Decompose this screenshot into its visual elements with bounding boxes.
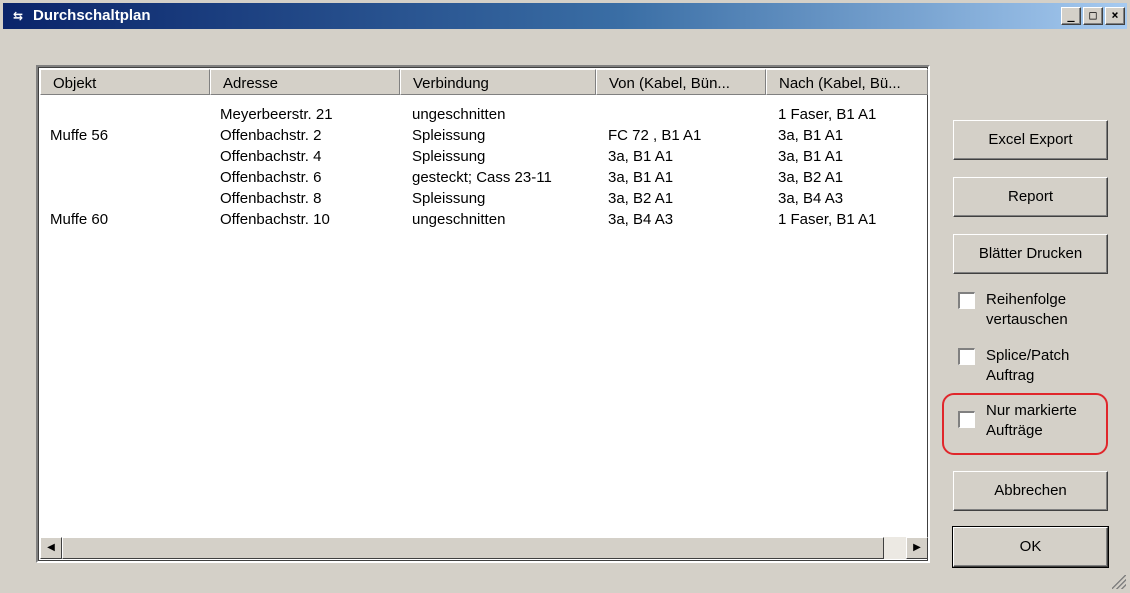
- cell-von: 3a, B2 A1: [608, 190, 674, 207]
- scroll-right-icon[interactable]: ▶: [906, 537, 928, 559]
- column-header-verbindung[interactable]: Verbindung: [400, 69, 596, 95]
- cell-nach: 1 Faser, B1 A1: [778, 211, 877, 228]
- cell-adresse: Offenbachstr. 2: [220, 127, 322, 144]
- ok-button[interactable]: OK: [952, 526, 1109, 568]
- report-button[interactable]: Report: [953, 177, 1108, 217]
- table-row[interactable]: Meyerbeerstr. 21 ungeschnitten 1 Faser, …: [40, 105, 928, 126]
- cell-objekt: Muffe 60: [50, 211, 109, 228]
- cell-verbindung: Spleissung: [412, 190, 486, 207]
- only-marked-checkbox[interactable]: Nur markierte Aufträge: [958, 401, 1108, 445]
- only-marked-box[interactable]: [958, 411, 975, 428]
- cell-adresse: Offenbachstr. 6: [220, 169, 322, 186]
- title-bar[interactable]: ⇆ Durchschaltplan _ □ ×: [3, 3, 1127, 29]
- swap-order-box[interactable]: [958, 292, 975, 309]
- horizontal-scrollbar[interactable]: ◀ ▶: [40, 537, 928, 559]
- cell-nach: 1 Faser, B1 A1: [778, 106, 877, 123]
- cell-verbindung: gesteckt; Cass 23-11: [412, 169, 552, 186]
- cell-verbindung: Spleissung: [412, 127, 486, 144]
- splice-patch-checkbox[interactable]: Splice/Patch Auftrag: [958, 346, 1108, 390]
- table-row[interactable]: Offenbachstr. 4 Spleissung 3a, B1 A1 3a,…: [40, 147, 928, 168]
- only-marked-label[interactable]: Nur markierte Aufträge: [986, 401, 1111, 441]
- cell-verbindung: Spleissung: [412, 148, 486, 165]
- cell-adresse: Offenbachstr. 8: [220, 190, 322, 207]
- cell-von: FC 72 , B1 A1: [608, 127, 702, 144]
- splice-patch-box[interactable]: [958, 348, 975, 365]
- connection-list[interactable]: Objekt Adresse Verbindung Von (Kabel, Bü…: [36, 65, 930, 563]
- cell-nach: 3a, B2 A1: [778, 169, 844, 186]
- cell-von: 3a, B1 A1: [608, 169, 674, 186]
- durchschaltplan-dialog: ⇆ Durchschaltplan _ □ × Objekt Adresse V…: [0, 0, 1130, 593]
- column-header-von[interactable]: Von (Kabel, Bün...: [596, 69, 766, 95]
- list-rows: Meyerbeerstr. 21 ungeschnitten 1 Faser, …: [40, 105, 928, 231]
- minimize-button[interactable]: _: [1061, 7, 1081, 25]
- fiber-path-icon: ⇆: [13, 9, 24, 23]
- table-row[interactable]: Offenbachstr. 6 gesteckt; Cass 23-11 3a,…: [40, 168, 928, 189]
- cell-nach: 3a, B4 A3: [778, 190, 844, 207]
- cancel-button[interactable]: Abbrechen: [953, 471, 1108, 511]
- table-row[interactable]: Muffe 56 Offenbachstr. 2 Spleissung FC 7…: [40, 126, 928, 147]
- table-row[interactable]: Muffe 60 Offenbachstr. 10 ungeschnitten …: [40, 210, 928, 231]
- cell-adresse: Meyerbeerstr. 21: [220, 106, 333, 123]
- excel-export-button[interactable]: Excel Export: [953, 120, 1108, 160]
- cell-nach: 3a, B1 A1: [778, 127, 844, 144]
- column-header-objekt[interactable]: Objekt: [40, 69, 210, 95]
- cell-von: 3a, B4 A3: [608, 211, 674, 228]
- list-header: Objekt Adresse Verbindung Von (Kabel, Bü…: [40, 69, 928, 95]
- cell-verbindung: ungeschnitten: [412, 106, 506, 123]
- window-title: Durchschaltplan: [33, 7, 151, 24]
- column-header-nach[interactable]: Nach (Kabel, Bü...: [766, 69, 928, 95]
- scrollbar-thumb[interactable]: [62, 537, 884, 559]
- cell-nach: 3a, B1 A1: [778, 148, 844, 165]
- cell-adresse: Offenbachstr. 10: [220, 211, 330, 228]
- swap-order-label[interactable]: Reihenfolge vertauschen: [986, 290, 1111, 330]
- cell-von: 3a, B1 A1: [608, 148, 674, 165]
- swap-order-checkbox[interactable]: Reihenfolge vertauschen: [958, 290, 1108, 334]
- cell-adresse: Offenbachstr. 4: [220, 148, 322, 165]
- scroll-left-icon[interactable]: ◀: [40, 537, 62, 559]
- column-header-adresse[interactable]: Adresse: [210, 69, 400, 95]
- close-button[interactable]: ×: [1105, 7, 1125, 25]
- maximize-button[interactable]: □: [1083, 7, 1103, 25]
- table-row[interactable]: Offenbachstr. 8 Spleissung 3a, B2 A1 3a,…: [40, 189, 928, 210]
- cell-verbindung: ungeschnitten: [412, 211, 506, 228]
- splice-patch-label[interactable]: Splice/Patch Auftrag: [986, 346, 1111, 386]
- resize-grip-icon[interactable]: [1112, 575, 1126, 589]
- cell-objekt: Muffe 56: [50, 127, 109, 144]
- print-sheets-button[interactable]: Blätter Drucken: [953, 234, 1108, 274]
